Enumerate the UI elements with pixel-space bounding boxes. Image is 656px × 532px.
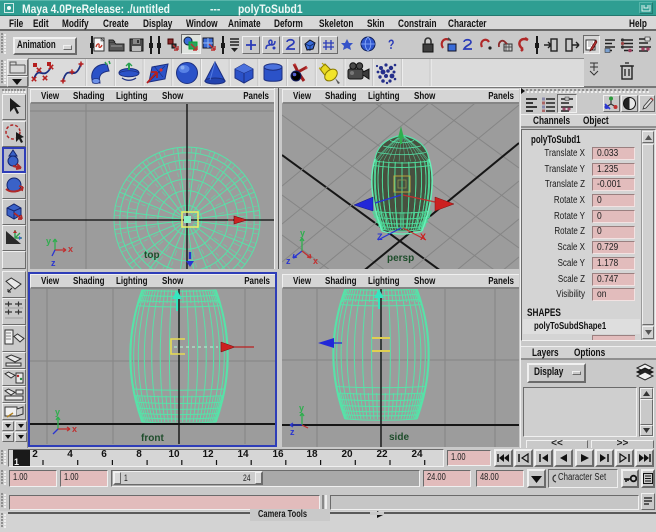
svg-text:z: z: [286, 256, 291, 266]
svg-text:x: x: [72, 424, 77, 434]
svg-text:y: y: [46, 236, 51, 246]
svg-text:y: y: [55, 407, 60, 417]
svg-text:X: X: [420, 232, 426, 242]
svg-text:persp: persp: [387, 253, 414, 264]
svg-text:z: z: [51, 258, 56, 268]
svg-text:z: z: [290, 427, 295, 437]
svg-text:Z: Z: [377, 232, 383, 242]
svg-text:side: side: [389, 432, 409, 443]
svg-text:y: y: [299, 403, 304, 413]
svg-text:x: x: [68, 244, 73, 254]
svg-text:y: y: [300, 228, 305, 238]
svg-text:x: x: [313, 256, 318, 266]
svg-text:front: front: [141, 433, 164, 444]
svg-text:top: top: [144, 250, 160, 261]
